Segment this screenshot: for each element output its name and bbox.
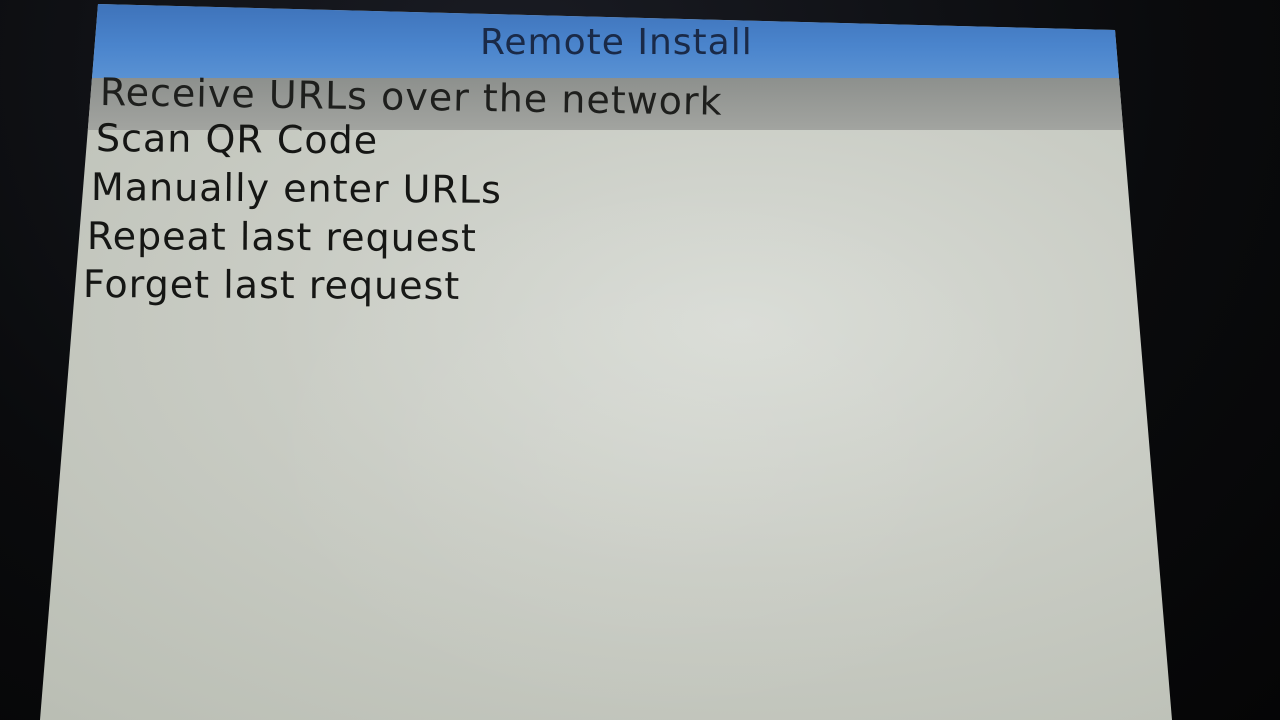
- menu-item-manually-enter-urls[interactable]: Manually enter URLs: [91, 165, 502, 212]
- window-title: Remote Install: [480, 22, 753, 63]
- menu-item-forget-last-request[interactable]: Forget last request: [83, 262, 460, 308]
- menu-item-scan-qr-code[interactable]: Scan QR Code: [96, 116, 379, 162]
- device-screen: Remote Install Receive URLs over the net…: [40, 4, 1172, 720]
- menu-item-repeat-last-request[interactable]: Repeat last request: [87, 214, 477, 260]
